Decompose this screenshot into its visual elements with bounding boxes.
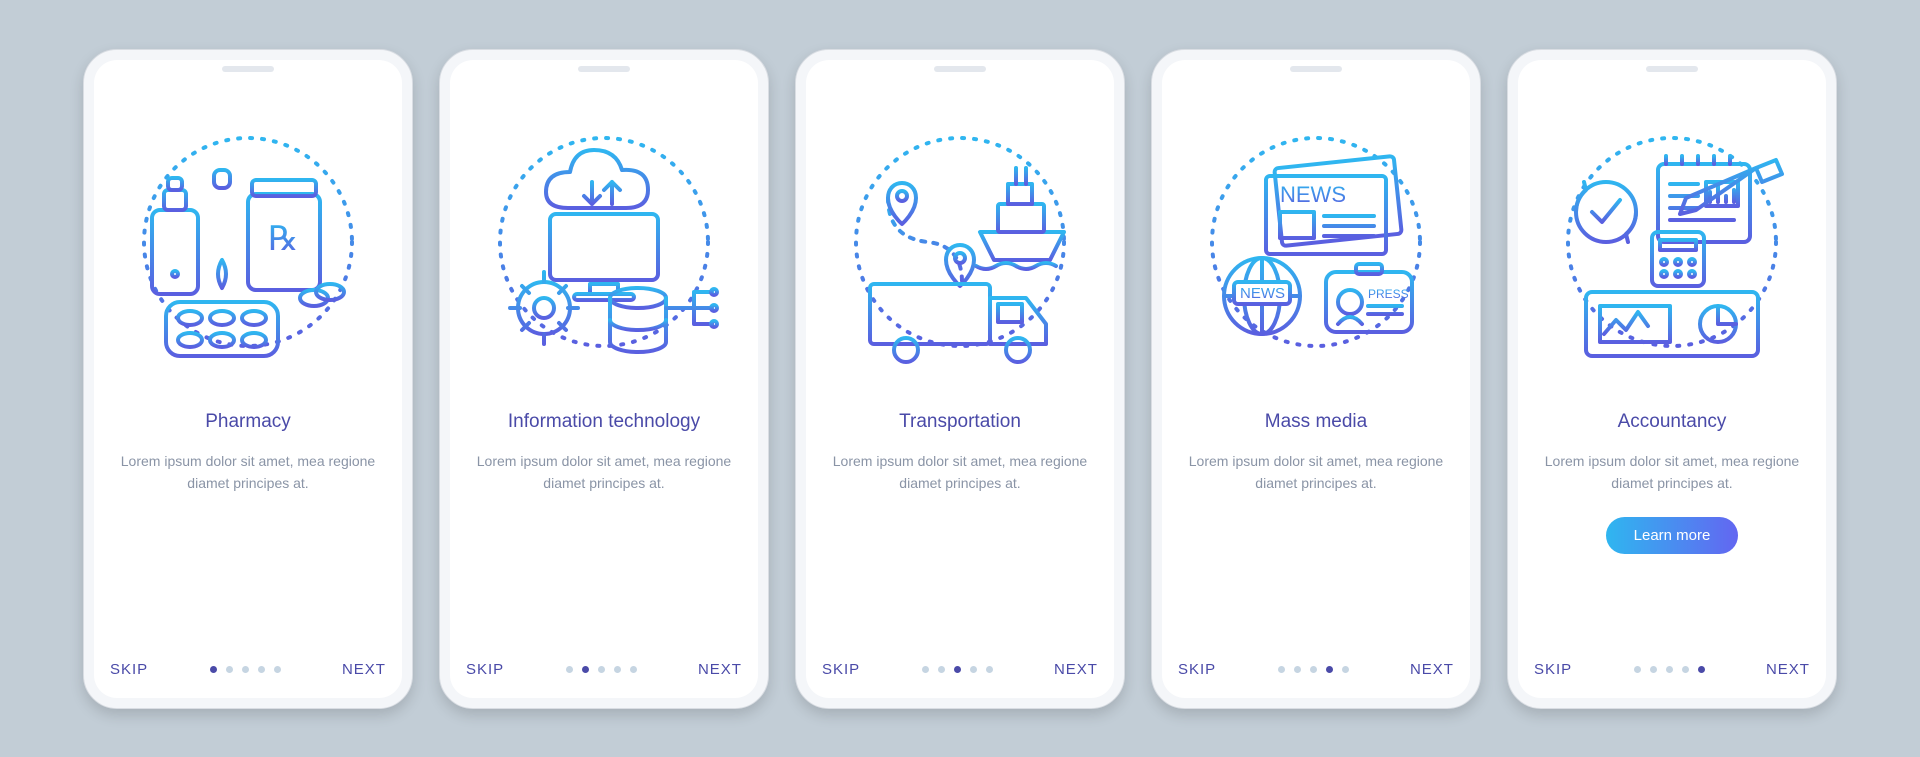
next-button[interactable]: NEXT: [342, 661, 386, 678]
page-dot[interactable]: [1698, 666, 1705, 673]
next-button[interactable]: NEXT: [1410, 661, 1454, 678]
page-dot[interactable]: [922, 666, 929, 673]
page-dot[interactable]: [274, 666, 281, 673]
onboarding-footer: SKIP NEXT: [822, 661, 1098, 678]
page-dot[interactable]: [566, 666, 573, 673]
transport-icon: [822, 92, 1098, 392]
page-dots: [566, 666, 637, 673]
page-dots: [1634, 666, 1705, 673]
phone-speaker: [934, 66, 986, 72]
learn-more-button[interactable]: Learn more: [1606, 517, 1739, 554]
page-dots: [922, 666, 993, 673]
page-dot[interactable]: [1682, 666, 1689, 673]
skip-button[interactable]: SKIP: [466, 661, 504, 678]
skip-button[interactable]: SKIP: [1178, 661, 1216, 678]
page-dot[interactable]: [970, 666, 977, 673]
screen-description: Lorem ipsum dolor sit amet, mea regione …: [822, 451, 1098, 494]
skip-button[interactable]: SKIP: [1534, 661, 1572, 678]
onboarding-footer: SKIP NEXT: [466, 661, 742, 678]
phone-speaker: [1646, 66, 1698, 72]
page-dot[interactable]: [1342, 666, 1349, 673]
screen-title: Pharmacy: [110, 410, 386, 434]
it-icon: [466, 92, 742, 392]
page-dot[interactable]: [938, 666, 945, 673]
page-dot[interactable]: [582, 666, 589, 673]
svg-text:NEWS: NEWS: [1280, 182, 1346, 207]
page-dot[interactable]: [1294, 666, 1301, 673]
onboarding-footer: SKIP NEXT: [1178, 661, 1454, 678]
phone-frame: ℞ Pharmacy Lorem ipsum dolor sit amet, m…: [83, 49, 413, 709]
onboarding-footer: SKIP NEXT: [1534, 661, 1810, 678]
page-dot[interactable]: [242, 666, 249, 673]
next-button[interactable]: NEXT: [1054, 661, 1098, 678]
svg-text:PRESS: PRESS: [1368, 287, 1409, 301]
screen-title: Accountancy: [1534, 410, 1810, 434]
page-dot[interactable]: [258, 666, 265, 673]
next-button[interactable]: NEXT: [698, 661, 742, 678]
phone-frame: NEWS NEWS PRESS Mass media Lorem ipsum d…: [1151, 49, 1481, 709]
phone-frame: Information technology Lorem ipsum dolor…: [439, 49, 769, 709]
screen-description: Lorem ipsum dolor sit amet, mea regione …: [1178, 451, 1454, 494]
phone-frame: Transportation Lorem ipsum dolor sit ame…: [795, 49, 1125, 709]
page-dot[interactable]: [1650, 666, 1657, 673]
svg-text:℞: ℞: [268, 220, 298, 258]
page-dot[interactable]: [1278, 666, 1285, 673]
skip-button[interactable]: SKIP: [822, 661, 860, 678]
accountancy-icon: [1534, 92, 1810, 392]
page-dot[interactable]: [210, 666, 217, 673]
page-dot[interactable]: [1310, 666, 1317, 673]
page-dot[interactable]: [986, 666, 993, 673]
page-dot[interactable]: [630, 666, 637, 673]
phone-speaker: [578, 66, 630, 72]
page-dot[interactable]: [598, 666, 605, 673]
skip-button[interactable]: SKIP: [110, 661, 148, 678]
screen-title: Transportation: [822, 410, 1098, 434]
page-dot[interactable]: [1326, 666, 1333, 673]
media-icon: NEWS NEWS PRESS: [1178, 92, 1454, 392]
page-dot[interactable]: [226, 666, 233, 673]
screen-description: Lorem ipsum dolor sit amet, mea regione …: [1534, 451, 1810, 494]
phone-speaker: [222, 66, 274, 72]
page-dot[interactable]: [1634, 666, 1641, 673]
page-dot[interactable]: [614, 666, 621, 673]
svg-text:NEWS: NEWS: [1240, 285, 1285, 302]
screen-title: Mass media: [1178, 410, 1454, 434]
pharmacy-icon: ℞: [110, 92, 386, 392]
phone-frame: Accountancy Lorem ipsum dolor sit amet, …: [1507, 49, 1837, 709]
page-dots: [210, 666, 281, 673]
onboarding-footer: SKIP NEXT: [110, 661, 386, 678]
screen-title: Information technology: [466, 410, 742, 434]
screen-description: Lorem ipsum dolor sit amet, mea regione …: [466, 451, 742, 494]
screen-description: Lorem ipsum dolor sit amet, mea regione …: [110, 451, 386, 494]
page-dot[interactable]: [954, 666, 961, 673]
phone-speaker: [1290, 66, 1342, 72]
page-dots: [1278, 666, 1349, 673]
page-dot[interactable]: [1666, 666, 1673, 673]
next-button[interactable]: NEXT: [1766, 661, 1810, 678]
